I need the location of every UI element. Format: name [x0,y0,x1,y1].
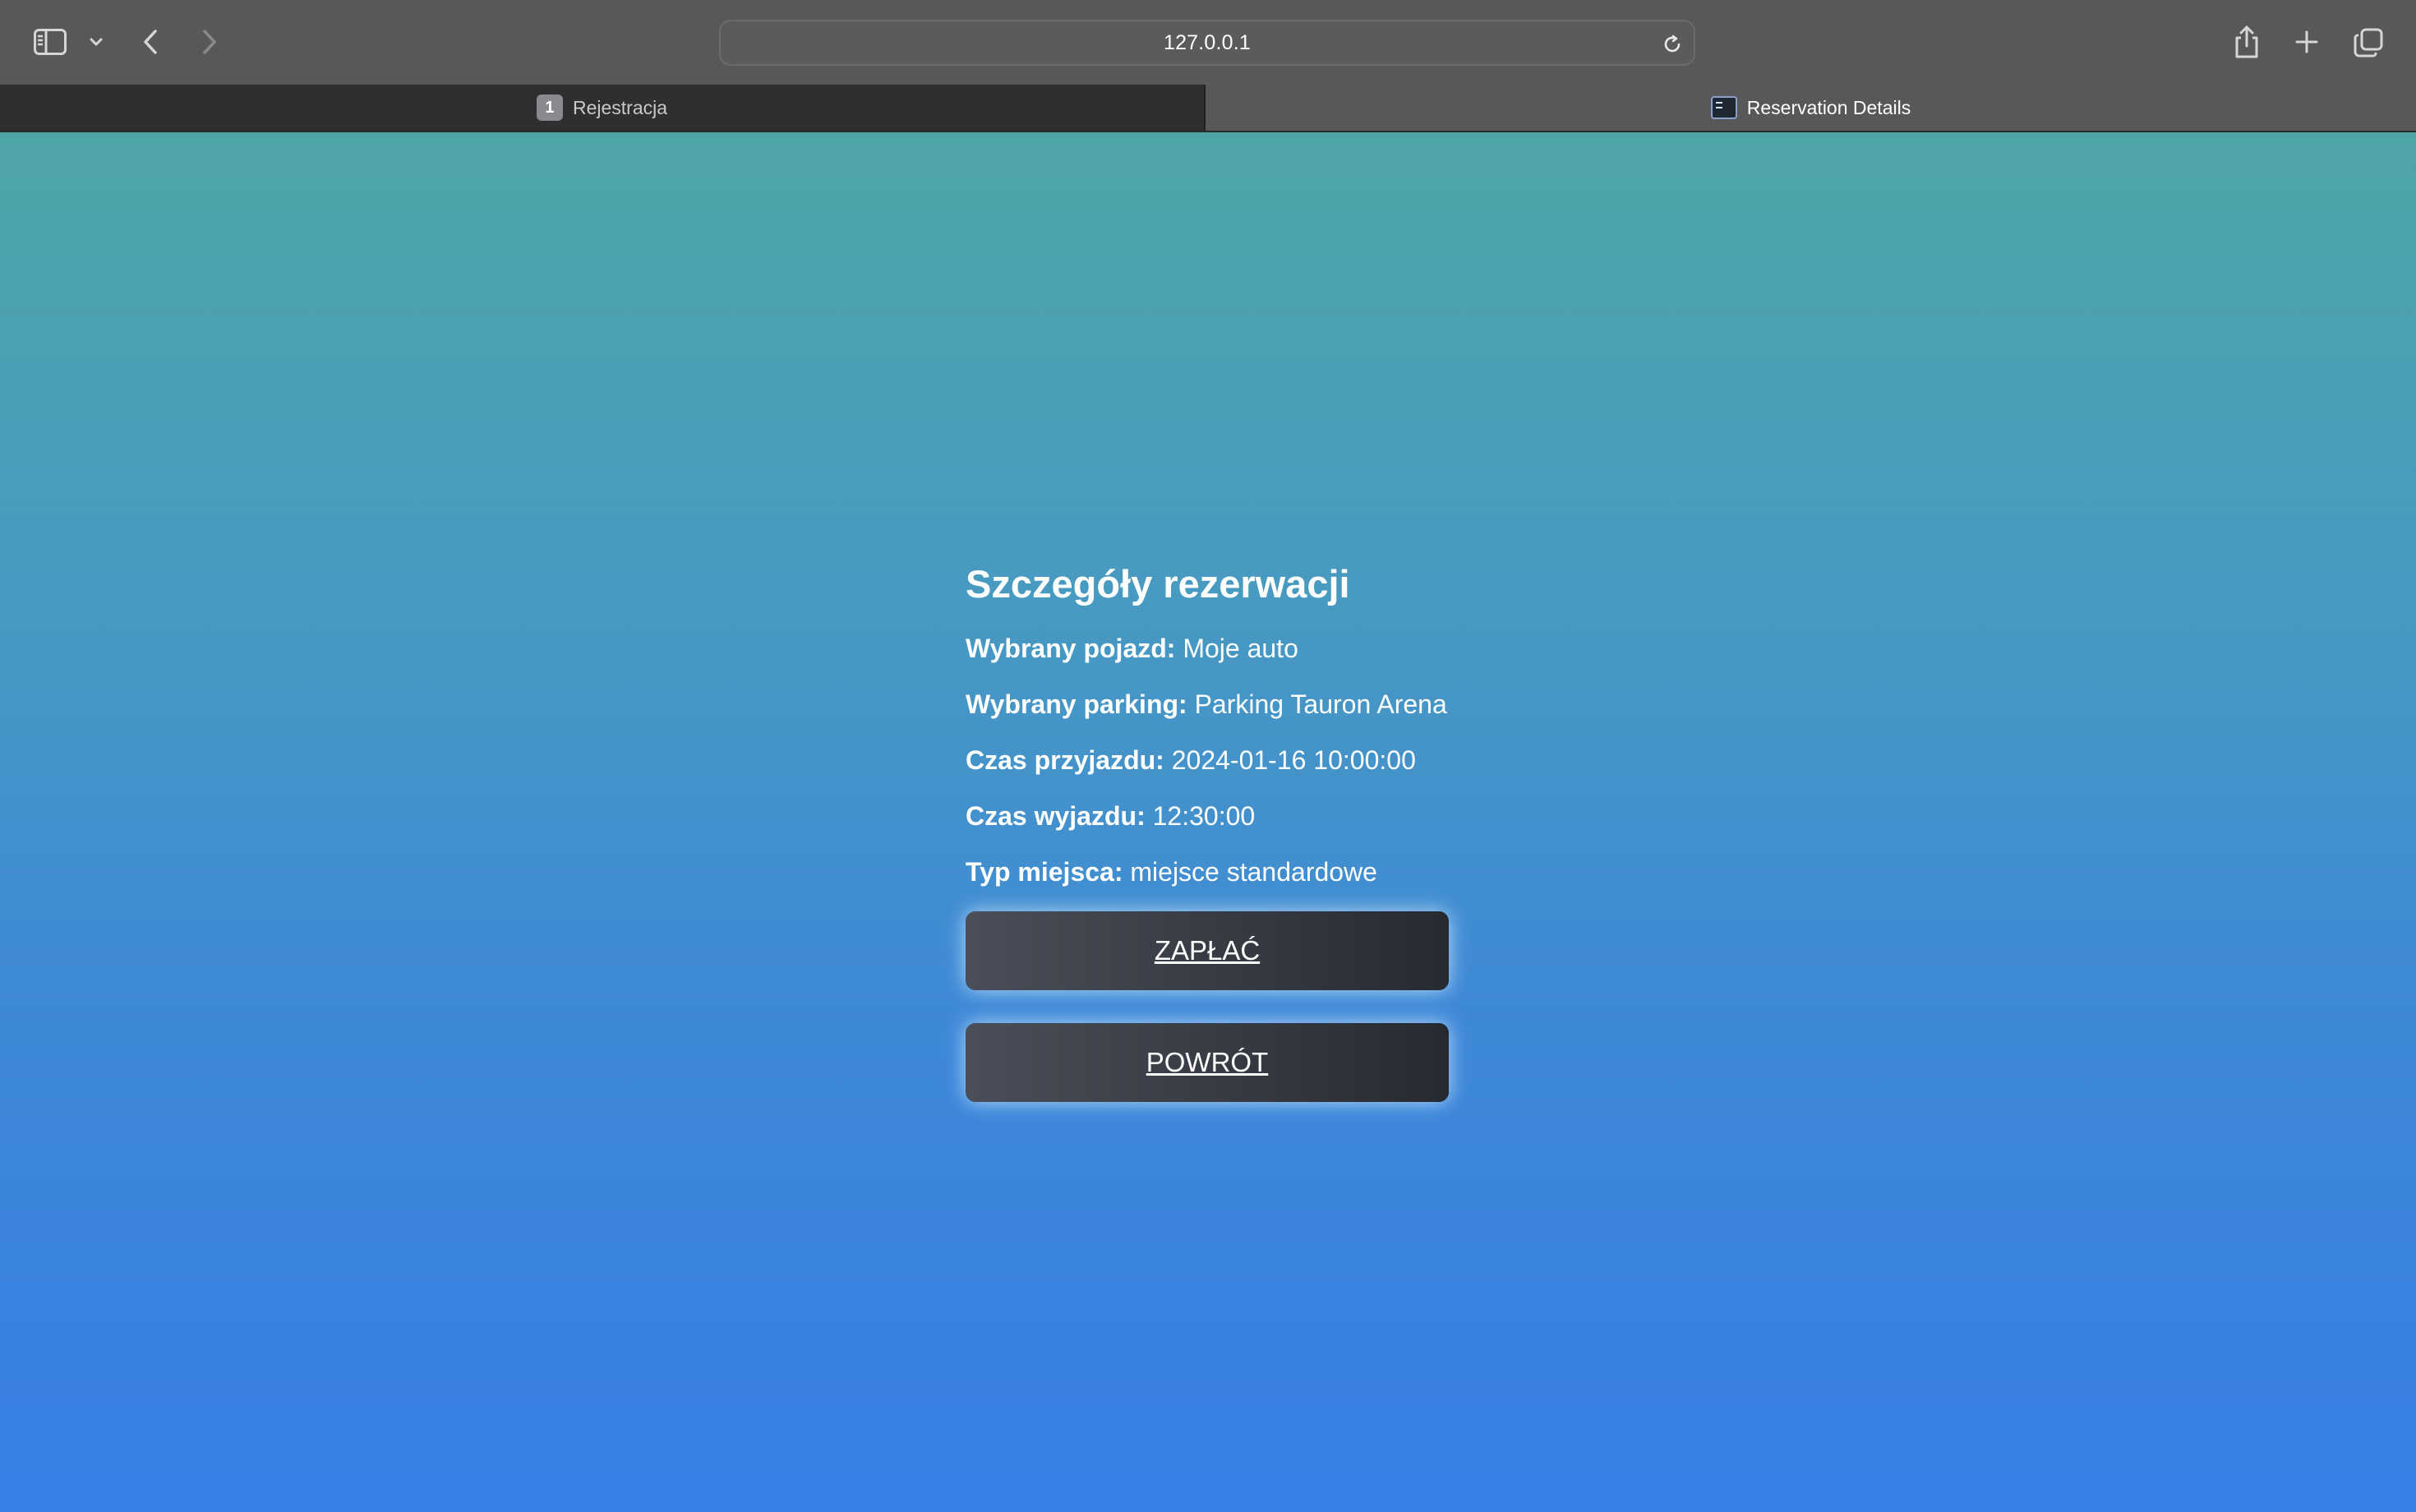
back-arrow-icon[interactable] [138,23,163,61]
reload-icon[interactable] [1659,31,1685,58]
tab-reservation-details[interactable]: Reservation Details [1206,85,2416,131]
tab-rejestracja[interactable]: 1 Rejestracja [0,85,1206,131]
page-content: Szczegóły rezerwacji Wybrany pojazd: Moj… [0,132,2416,1512]
field-vehicle: Wybrany pojazd: Moje auto [966,632,1450,665]
field-value: 2024-01-16 10:00:00 [1171,745,1416,775]
tab-label: Rejestracja [572,96,668,118]
plus-icon[interactable] [2289,25,2324,59]
terminal-favicon-icon [1710,96,1737,119]
address-bar[interactable]: 127.0.0.1 [719,20,1695,66]
reservation-details: Szczegóły rezerwacji Wybrany pojazd: Moj… [966,560,1450,1102]
field-label: Czas przyjazdu: [966,745,1164,775]
tab-badge: 1 [536,94,563,121]
browser-toolbar: 127.0.0.1 [0,0,2416,85]
chevron-down-icon[interactable] [85,30,107,54]
field-departure-time: Czas wyjazdu: 12:30:00 [966,800,1450,832]
forward-arrow-icon[interactable] [197,23,222,61]
field-value: Parking Tauron Arena [1194,689,1447,719]
sidebar-icon[interactable] [30,23,71,61]
field-value: miejsce standardowe [1130,857,1377,887]
field-parking: Wybrany parking: Parking Tauron Arena [966,688,1450,721]
field-arrival-time: Czas przyjazdu: 2024-01-16 10:00:00 [966,744,1450,777]
field-spot-type: Typ miejsca: miejsce standardowe [966,855,1450,888]
page-title: Szczegóły rezerwacji [966,562,1350,606]
share-icon[interactable] [2229,21,2265,62]
tab-label: Reservation Details [1746,96,1911,118]
field-label: Czas wyjazdu: [966,801,1146,831]
field-label: Typ miejsca: [966,857,1123,887]
back-button[interactable]: POWRÓT [966,1023,1449,1102]
pay-button[interactable]: ZAPŁAĆ [966,911,1449,990]
tab-overview-icon[interactable] [2350,25,2386,61]
field-value: 12:30:00 [1152,801,1256,831]
field-label: Wybrany parking: [966,689,1187,719]
address-text: 127.0.0.1 [1163,30,1252,54]
tab-bar: 1 Rejestracja Reservation Details [0,85,2416,132]
field-label: Wybrany pojazd: [966,634,1176,663]
field-value: Moje auto [1183,634,1298,663]
